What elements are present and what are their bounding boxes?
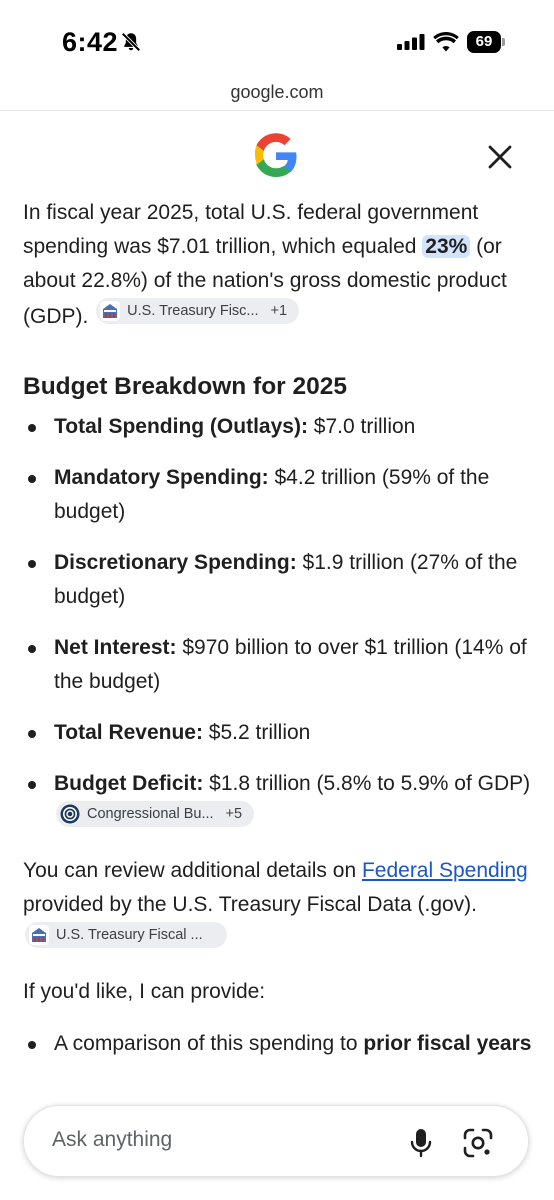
url-domain[interactable]: google.com bbox=[0, 82, 554, 103]
list-item: Discretionary Spending: $1.9 trillion (2… bbox=[23, 546, 533, 614]
source-chip-count: +5 bbox=[225, 806, 243, 822]
signal-icon bbox=[397, 34, 425, 50]
bell-slash-icon bbox=[121, 32, 141, 52]
list-item: Total Spending (Outlays): $7.0 trillion bbox=[23, 410, 533, 444]
status-bar: 6:42 69 bbox=[0, 0, 554, 80]
review-text-after: provided by the U.S. Treasury Fiscal Dat… bbox=[23, 893, 478, 916]
review-text-before: You can review additional details on bbox=[23, 859, 362, 882]
offer-item-text: A comparison of this spending to bbox=[54, 1032, 364, 1055]
section-heading: Budget Breakdown for 2025 bbox=[23, 373, 348, 400]
list-item: Net Interest: $970 billion to over $1 tr… bbox=[23, 631, 533, 699]
bullet-label: Budget Deficit: bbox=[54, 772, 204, 795]
source-chip-name: Congressional Bu... bbox=[87, 806, 214, 822]
bullet-text: $5.2 trillion bbox=[202, 721, 311, 744]
wifi-icon bbox=[433, 32, 459, 52]
google-g-icon bbox=[254, 133, 297, 177]
list-item: A comparison of this spending to prior f… bbox=[23, 1027, 533, 1061]
source-chip-count: +1 bbox=[270, 303, 288, 319]
bullet-label: Discretionary Spending: bbox=[54, 551, 297, 574]
treasury-icon bbox=[29, 925, 49, 945]
review-paragraph: You can review additional details on Fed… bbox=[23, 854, 533, 958]
source-chip-cbo[interactable]: Congressional Bu... +5 bbox=[56, 801, 255, 827]
offer-item-bold: prior fiscal years bbox=[363, 1032, 532, 1055]
bullet-label: Total Revenue: bbox=[54, 721, 203, 744]
source-chip-name: U.S. Treasury Fiscal ... bbox=[56, 927, 203, 943]
battery-icon: 69 bbox=[467, 31, 505, 53]
ask-input-bar[interactable]: Ask anything bbox=[23, 1105, 529, 1177]
budget-list: Total Spending (Outlays): $7.0 trillion … bbox=[23, 410, 533, 837]
url-bar[interactable]: google.com bbox=[0, 80, 554, 111]
offer-list: A comparison of this spending to prior f… bbox=[23, 1027, 533, 1061]
source-chip-name: U.S. Treasury Fisc... bbox=[127, 303, 259, 319]
list-item: Budget Deficit: $1.8 trillion (5.8% to 5… bbox=[23, 767, 533, 837]
bullet-label: Net Interest: bbox=[54, 636, 177, 659]
ask-input[interactable]: Ask anything bbox=[52, 1128, 172, 1152]
list-item: Mandatory Spending: $4.2 trillion (59% o… bbox=[23, 461, 533, 529]
microphone-icon[interactable] bbox=[409, 1128, 433, 1158]
offer-paragraph: If you'd like, I can provide: bbox=[23, 980, 266, 1003]
bullet-text: $7.0 trillion bbox=[307, 415, 416, 438]
google-lens-icon[interactable] bbox=[462, 1127, 494, 1159]
bullet-label: Mandatory Spending: bbox=[54, 466, 269, 489]
status-time: 6:42 bbox=[62, 27, 119, 57]
highlight-percent[interactable]: 23% bbox=[422, 235, 471, 258]
intro-paragraph: In fiscal year 2025, total U.S. federal … bbox=[23, 196, 533, 334]
ai-answer: In fiscal year 2025, total U.S. federal … bbox=[23, 196, 533, 1078]
battery-cap bbox=[502, 38, 505, 46]
source-chip-treasury-2[interactable]: U.S. Treasury Fiscal ... bbox=[25, 922, 227, 948]
federal-spending-link[interactable]: Federal Spending bbox=[362, 859, 528, 882]
bullet-text: $1.8 trillion (5.8% to 5.9% of GDP) bbox=[203, 772, 531, 795]
source-chip-treasury[interactable]: U.S. Treasury Fisc... +1 bbox=[96, 298, 300, 324]
list-item: Total Revenue: $5.2 trillion bbox=[23, 716, 533, 750]
treasury-icon bbox=[100, 301, 121, 321]
bullet-label: Total Spending (Outlays): bbox=[54, 415, 308, 438]
close-icon[interactable] bbox=[484, 141, 516, 173]
intro-text-before: In fiscal year 2025, total U.S. federal … bbox=[23, 201, 479, 258]
battery-level: 69 bbox=[467, 31, 501, 53]
cbo-icon bbox=[60, 804, 80, 824]
